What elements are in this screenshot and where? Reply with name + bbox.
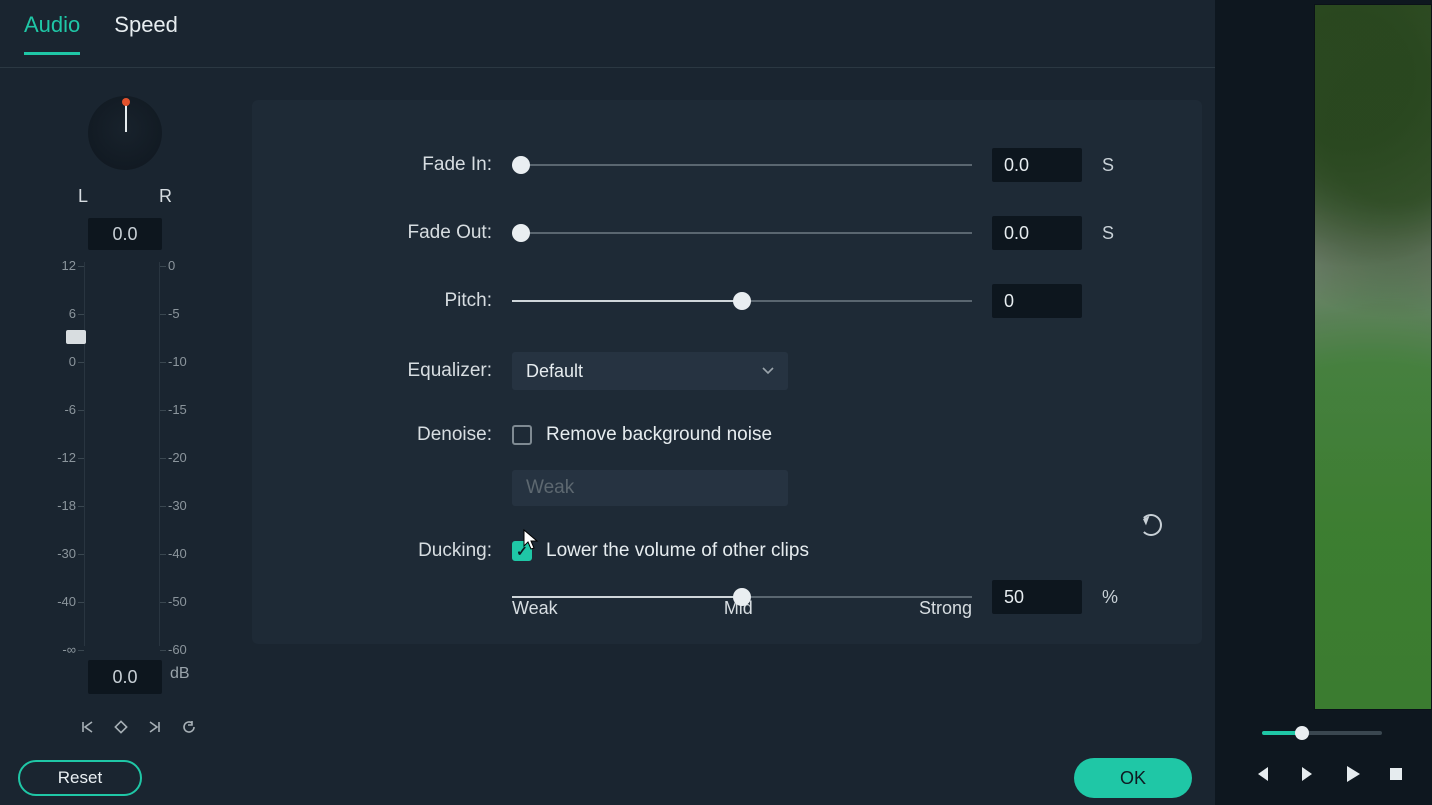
pitch-row: Pitch: 0 bbox=[292, 284, 1162, 318]
prev-keyframe-icon[interactable] bbox=[80, 720, 94, 734]
ducking-label: Ducking: bbox=[292, 540, 492, 562]
meter-tick-left: -30 bbox=[42, 546, 76, 561]
volume-slider-thumb[interactable] bbox=[66, 330, 86, 344]
equalizer-select[interactable]: Default bbox=[512, 352, 788, 390]
balance-left-label: L bbox=[78, 186, 88, 207]
tab-speed[interactable]: Speed bbox=[114, 12, 178, 52]
ducking-row: Ducking: Lower the volume of other clips bbox=[292, 540, 1162, 562]
ducking-checkbox-label: Lower the volume of other clips bbox=[546, 540, 809, 562]
tabs: Audio Speed bbox=[0, 0, 1215, 68]
meter-rail-right bbox=[159, 262, 160, 646]
meter-tick-right: -40 bbox=[168, 546, 202, 561]
meter-tick-left: -∞ bbox=[42, 642, 76, 657]
denoise-checkbox[interactable] bbox=[512, 425, 532, 445]
keyframe-controls bbox=[80, 720, 196, 734]
ducking-reset-icon[interactable] bbox=[1140, 514, 1162, 536]
video-preview[interactable] bbox=[1314, 4, 1432, 710]
ducking-value-input[interactable]: 50 bbox=[992, 580, 1082, 614]
chevron-down-icon bbox=[762, 367, 774, 375]
playback-controls bbox=[1252, 764, 1404, 784]
pitch-slider[interactable] bbox=[512, 292, 972, 310]
volume-meter[interactable]: 1206-50-10-6-15-12-20-18-30-30-40-40-50-… bbox=[42, 254, 202, 654]
gain-value-input[interactable]: 0.0 bbox=[88, 660, 162, 694]
equalizer-value: Default bbox=[526, 361, 583, 382]
fade-in-label: Fade In: bbox=[292, 154, 492, 176]
denoise-label: Denoise: bbox=[292, 424, 492, 446]
meter-tick-left: 0 bbox=[42, 354, 76, 369]
knob-indicator bbox=[125, 102, 127, 132]
step-back-icon[interactable] bbox=[1252, 765, 1272, 783]
meter-tick-left: 6 bbox=[42, 306, 76, 321]
fade-in-row: Fade In: 0.0 S bbox=[292, 148, 1162, 182]
knob-dot-icon bbox=[122, 98, 130, 106]
denoise-checkbox-label: Remove background noise bbox=[546, 424, 772, 446]
meter-tick-left: -18 bbox=[42, 498, 76, 513]
balance-right-label: R bbox=[159, 186, 172, 207]
pitch-value-input[interactable]: 0 bbox=[992, 284, 1082, 318]
meter-tick-right: -30 bbox=[168, 498, 202, 513]
next-keyframe-icon[interactable] bbox=[148, 720, 162, 734]
equalizer-row: Equalizer: Default bbox=[292, 352, 1162, 390]
equalizer-label: Equalizer: bbox=[292, 360, 492, 382]
play-icon[interactable] bbox=[1344, 764, 1362, 784]
db-unit-label: dB bbox=[170, 665, 190, 683]
stop-icon[interactable] bbox=[1388, 766, 1404, 782]
ok-button[interactable]: OK bbox=[1074, 758, 1192, 798]
step-forward-icon[interactable] bbox=[1298, 765, 1318, 783]
tab-audio[interactable]: Audio bbox=[24, 12, 80, 55]
fade-in-unit: S bbox=[1102, 155, 1142, 176]
add-keyframe-icon[interactable] bbox=[114, 720, 128, 734]
ducking-unit: % bbox=[1102, 587, 1142, 608]
reset-keyframe-icon[interactable] bbox=[182, 720, 196, 734]
meter-tick-left: 12 bbox=[42, 258, 76, 273]
meter-tick-left: -6 bbox=[42, 402, 76, 417]
fade-in-value-input[interactable]: 0.0 bbox=[992, 148, 1082, 182]
meter-tick-right: -5 bbox=[168, 306, 202, 321]
ducking-checkbox[interactable] bbox=[512, 541, 532, 561]
meter-tick-right: -10 bbox=[168, 354, 202, 369]
meter-tick-right: -50 bbox=[168, 594, 202, 609]
ducking-slider[interactable] bbox=[512, 588, 972, 606]
meter-rail-left bbox=[84, 262, 85, 646]
fade-out-unit: S bbox=[1102, 223, 1142, 244]
fade-out-slider[interactable] bbox=[512, 224, 972, 242]
denoise-row: Denoise: Remove background noise bbox=[292, 424, 1162, 446]
meter-tick-right: -15 bbox=[168, 402, 202, 417]
meter-tick-right: -60 bbox=[168, 642, 202, 657]
fade-out-row: Fade Out: 0.0 S bbox=[292, 216, 1162, 250]
denoise-strength-row: Weak bbox=[292, 470, 1162, 506]
meter-tick-left: -12 bbox=[42, 450, 76, 465]
balance-lr-labels: L R bbox=[78, 186, 172, 207]
meter-tick-right: -20 bbox=[168, 450, 202, 465]
settings-card: Fade In: 0.0 S Fade Out: 0.0 S Pitch: bbox=[252, 100, 1202, 644]
fade-out-label: Fade Out: bbox=[292, 222, 492, 244]
denoise-strength-select: Weak bbox=[512, 470, 788, 506]
meter-tick-left: -40 bbox=[42, 594, 76, 609]
fade-in-slider[interactable] bbox=[512, 156, 972, 174]
balance-value-input[interactable]: 0.0 bbox=[88, 218, 162, 250]
reset-button[interactable]: Reset bbox=[18, 760, 142, 796]
pitch-label: Pitch: bbox=[292, 290, 492, 312]
audio-settings-panel: Audio Speed L R 0.0 1206-50-10-6-15-12-2… bbox=[0, 0, 1215, 805]
meter-tick-right: 0 bbox=[168, 258, 202, 273]
balance-knob[interactable] bbox=[88, 96, 162, 170]
fade-out-value-input[interactable]: 0.0 bbox=[992, 216, 1082, 250]
zoom-slider[interactable] bbox=[1262, 726, 1382, 740]
